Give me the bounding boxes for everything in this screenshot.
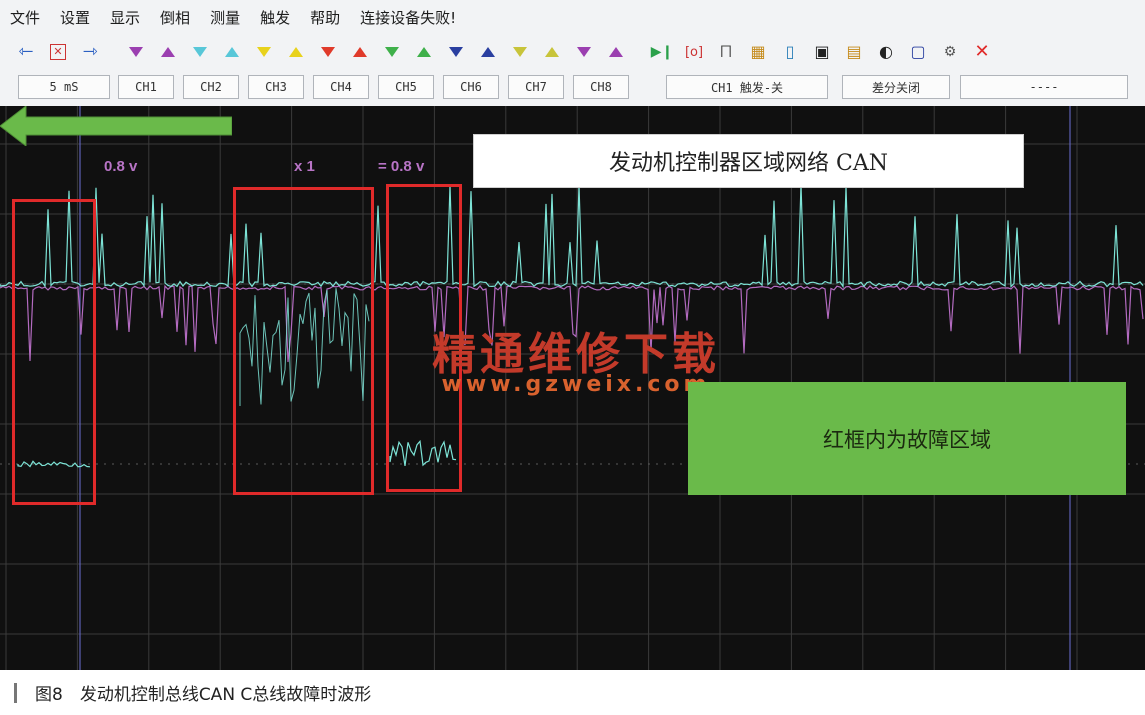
channel-ch5[interactable]: CH5 — [378, 75, 434, 99]
channel-ch1[interactable]: CH1 — [118, 75, 174, 99]
grid-icon[interactable]: ▦ — [744, 38, 772, 66]
channel-ch7[interactable]: CH7 — [508, 75, 564, 99]
channel-ch4[interactable]: CH4 — [313, 75, 369, 99]
oscilloscope-app: 文件 设置 显示 倒相 测量 触发 帮助 连接设备失败! ⇽ ✕ ⇾ ▶❙ [o… — [0, 0, 1145, 670]
channel-ch3[interactable]: CH3 — [248, 75, 304, 99]
differential-status[interactable]: 差分关闭 — [842, 75, 950, 99]
cursor-icon[interactable]: [o] — [680, 38, 708, 66]
marker-up-icon[interactable] — [602, 38, 630, 66]
marker-up-icon[interactable] — [282, 38, 310, 66]
fault-highlight-box — [12, 199, 96, 505]
arrow-right-icon[interactable]: ⇾ — [76, 38, 104, 66]
marker-up-icon[interactable] — [346, 38, 374, 66]
window-icon[interactable]: ▢ — [904, 38, 932, 66]
select-icon[interactable]: ✕ — [44, 38, 72, 66]
trigger-status[interactable]: CH1 触发-关 — [666, 75, 828, 99]
marker-down-icon[interactable] — [122, 38, 150, 66]
channel-ch6[interactable]: CH6 — [443, 75, 499, 99]
marker-up-icon[interactable] — [474, 38, 502, 66]
marker-up-icon[interactable] — [218, 38, 246, 66]
extra-readout: ---- — [960, 75, 1128, 99]
menu-invert[interactable]: 倒相 — [160, 7, 190, 28]
run-stop-icon[interactable]: ▶❙ — [648, 38, 676, 66]
marker-down-icon[interactable] — [186, 38, 214, 66]
open-icon[interactable]: ▤ — [840, 38, 868, 66]
menu-bar: 文件 设置 显示 倒相 测量 触发 帮助 连接设备失败! — [0, 0, 1145, 34]
marker-down-icon[interactable] — [570, 38, 598, 66]
menu-trigger[interactable]: 触发 — [260, 7, 290, 28]
magnification-label: x 1 — [294, 158, 315, 175]
toolbar: ⇽ ✕ ⇾ ▶❙ [o] ⨅ ▦ ▯ ▣ ▤ ◐ ▢ ⚙ ✕ — [0, 34, 1145, 70]
marker-up-icon[interactable] — [154, 38, 182, 66]
close-icon[interactable]: ✕ — [968, 38, 996, 66]
arrow-left-icon[interactable]: ⇽ — [12, 38, 40, 66]
channel-ch8[interactable]: CH8 — [573, 75, 629, 99]
channel-scale-label: 0.8 v — [104, 158, 138, 175]
marker-down-icon[interactable] — [378, 38, 406, 66]
network-title-panel: 发动机控制器区域网络 CAN — [473, 134, 1024, 188]
cyan-trace — [0, 184, 1144, 289]
pulse-icon[interactable]: ⨅ — [712, 38, 740, 66]
menu-help[interactable]: 帮助 — [310, 7, 340, 28]
menu-settings[interactable]: 设置 — [60, 7, 90, 28]
connection-status: 连接设备失败! — [360, 8, 457, 27]
contrast-icon[interactable]: ◐ — [872, 38, 900, 66]
status-bar: 5 mS CH1 CH2 CH3 CH4 CH5 CH6 CH7 CH8 CH1… — [0, 70, 1145, 107]
marker-down-icon[interactable] — [314, 38, 342, 66]
fault-highlight-box — [233, 187, 374, 495]
fault-callout: 红框内为故障区域 — [688, 382, 1126, 495]
menu-file[interactable]: 文件 — [10, 7, 40, 28]
channel-scale-label-2: = 0.8 v — [378, 158, 425, 175]
menu-measure[interactable]: 测量 — [210, 7, 240, 28]
channel-ch2[interactable]: CH2 — [183, 75, 239, 99]
screen-icon[interactable]: ▯ — [776, 38, 804, 66]
marker-down-icon[interactable] — [442, 38, 470, 66]
marker-up-icon[interactable] — [538, 38, 566, 66]
caption-text: 图8 发动机控制总线CAN C总线故障时波形 — [35, 685, 372, 705]
save-icon[interactable]: ▣ — [808, 38, 836, 66]
callout-arrow — [0, 106, 232, 146]
caption-marker — [14, 682, 17, 703]
scope-display[interactable]: 0.8 v x 1 = 0.8 v 发动机控制器区域网络 CAN 精通维修下载 … — [0, 106, 1145, 670]
figure-caption: 图8 发动机控制总线CAN C总线故障时波形 — [0, 670, 1145, 715]
marker-down-icon[interactable] — [250, 38, 278, 66]
marker-up-icon[interactable] — [410, 38, 438, 66]
menu-display[interactable]: 显示 — [110, 7, 140, 28]
timebase-field[interactable]: 5 mS — [18, 75, 110, 99]
marker-down-icon[interactable] — [506, 38, 534, 66]
settings-icon[interactable]: ⚙ — [936, 38, 964, 66]
